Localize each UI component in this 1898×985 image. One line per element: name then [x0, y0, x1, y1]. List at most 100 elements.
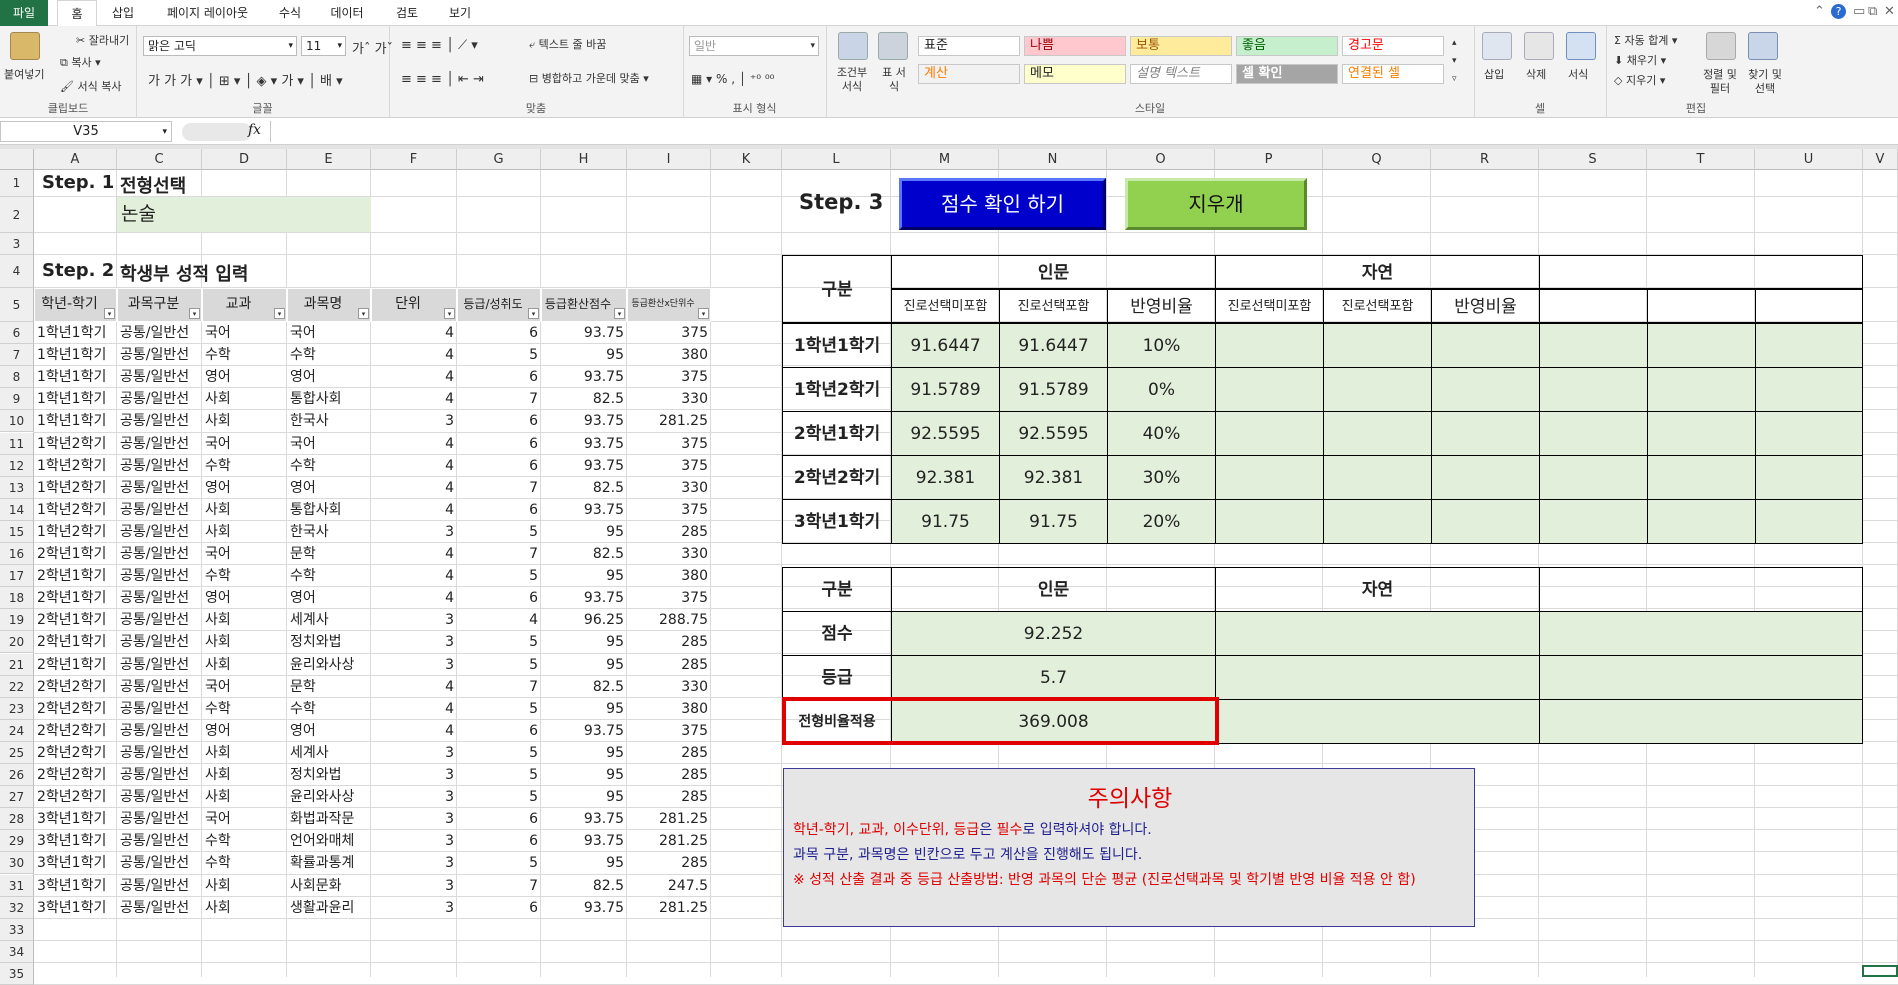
filter-dropdown-icon[interactable]: ▾ — [698, 308, 709, 319]
fx-icon[interactable]: fx — [248, 122, 261, 138]
grade-cell[interactable]: 4 — [371, 366, 457, 388]
grade-cell[interactable]: 95 — [541, 742, 627, 764]
grade-cell[interactable]: 375 — [627, 720, 711, 742]
grade-cell[interactable]: 공통/일반선 — [117, 587, 202, 609]
grade-cell[interactable]: 3 — [371, 521, 457, 543]
font-grow-icon[interactable]: 가ˆ 가ˇ — [352, 38, 393, 57]
grade-cell[interactable]: 281.25 — [627, 808, 711, 830]
grade-cell[interactable]: 언어와매체 — [287, 830, 371, 852]
row-header[interactable]: 9 — [0, 388, 34, 411]
column-header[interactable]: E — [287, 149, 371, 170]
grade-cell[interactable]: 4 — [371, 565, 457, 587]
formula-input[interactable] — [270, 121, 1898, 142]
grade-cell[interactable]: 국어 — [202, 543, 287, 565]
table-format-icon[interactable] — [878, 32, 908, 60]
grade-cell[interactable]: 영어 — [287, 587, 371, 609]
grade-cell[interactable]: 375 — [627, 322, 711, 344]
grade-cell[interactable]: 6 — [457, 830, 541, 852]
grade-cell[interactable]: 95 — [541, 852, 627, 874]
grade-cell[interactable]: 세계사 — [287, 742, 371, 764]
table-format-button[interactable]: 표 서식 — [878, 66, 910, 94]
grade-cell[interactable]: 공통/일반선 — [117, 676, 202, 698]
grade-cell[interactable]: 수학 — [202, 455, 287, 477]
grade-cell[interactable]: 공통/일반선 — [117, 764, 202, 786]
row-header[interactable]: 14 — [0, 498, 34, 521]
style-note[interactable]: 메모 — [1024, 64, 1126, 84]
grade-cell[interactable]: 380 — [627, 698, 711, 720]
row-header[interactable]: 33 — [0, 918, 34, 941]
minimize-icon[interactable]: ▭ — [1853, 4, 1865, 19]
grade-cell[interactable]: 281.25 — [627, 830, 711, 852]
grade-cell[interactable]: 공통/일반선 — [117, 477, 202, 499]
grade-cell[interactable]: 95 — [541, 654, 627, 676]
insert-cells-icon[interactable] — [1482, 32, 1512, 60]
grade-cell[interactable]: 수학 — [202, 830, 287, 852]
tab-review[interactable]: 검토 — [384, 0, 430, 26]
bold-italic-underline-icons[interactable]: 가 가 가 ▾ │ ⊞ ▾ │ ◈ ▾ 가 ▾ │ 배 ▾ — [148, 70, 343, 89]
grade-cell[interactable]: 2학년1학기 — [34, 587, 117, 609]
column-header[interactable]: K — [711, 149, 782, 170]
grade-cell[interactable]: 공통/일반선 — [117, 609, 202, 631]
grade-cell[interactable]: 공통/일반선 — [117, 631, 202, 653]
column-header[interactable]: I — [627, 149, 711, 170]
grade-cell[interactable]: 330 — [627, 477, 711, 499]
grade-cell[interactable]: 6 — [457, 366, 541, 388]
row-header[interactable]: 15 — [0, 520, 34, 543]
grade-cell[interactable]: 4 — [371, 433, 457, 455]
grade-cell[interactable]: 2학년2학기 — [34, 742, 117, 764]
find-select-button[interactable]: 찾기 및 선택 — [1744, 68, 1786, 96]
grade-cell[interactable]: 95 — [541, 565, 627, 587]
grade-cell[interactable]: 285 — [627, 521, 711, 543]
grade-cell[interactable]: 93.75 — [541, 366, 627, 388]
column-header[interactable]: F — [371, 149, 457, 170]
grade-cell[interactable]: 285 — [627, 764, 711, 786]
style-explanatory[interactable]: 설명 텍스트 — [1130, 64, 1232, 84]
row-header[interactable]: 5 — [0, 288, 34, 322]
row-header[interactable]: 32 — [0, 896, 34, 919]
row-header[interactable]: 8 — [0, 366, 34, 389]
grade-cell[interactable]: 공통/일반선 — [117, 433, 202, 455]
column-header[interactable]: A — [34, 149, 117, 170]
conditional-format-icon[interactable] — [838, 32, 868, 60]
name-box[interactable]: V35 ▾ — [0, 121, 172, 142]
eraser-button[interactable]: 지우개 — [1125, 178, 1307, 230]
format-painter-button[interactable]: 🖌 서식 복사 — [60, 78, 121, 94]
cut-button[interactable]: ✂ 잘라내기 — [76, 32, 129, 48]
grade-cell[interactable]: 3학년1학기 — [34, 852, 117, 874]
autosum-button[interactable]: Σ 자동 합계 ▾ — [1614, 32, 1677, 48]
vertical-align-icons[interactable]: ≡ ≡ ≡ │ ⟋ ▾ — [401, 38, 478, 53]
row-header[interactable]: 29 — [0, 830, 34, 853]
grade-cell[interactable]: 국어 — [202, 676, 287, 698]
grade-cell[interactable]: 2학년1학기 — [34, 609, 117, 631]
grade-cell[interactable]: 375 — [627, 499, 711, 521]
grade-cell[interactable]: 2학년2학기 — [34, 698, 117, 720]
grade-cell[interactable]: 2학년2학기 — [34, 764, 117, 786]
row-header[interactable]: 4 — [0, 255, 34, 288]
grade-cell[interactable]: 93.75 — [541, 322, 627, 344]
grade-cell[interactable]: 수학 — [287, 698, 371, 720]
row-header[interactable]: 17 — [0, 565, 34, 588]
grade-cell[interactable]: 사회 — [202, 786, 287, 808]
row-header[interactable]: 30 — [0, 852, 34, 875]
grade-cell[interactable]: 공통/일반선 — [117, 565, 202, 587]
grade-cell[interactable]: 공통/일반선 — [117, 366, 202, 388]
grade-cell[interactable]: 3 — [371, 808, 457, 830]
grade-cell[interactable]: 1학년2학기 — [34, 433, 117, 455]
grade-cell[interactable]: 6 — [457, 808, 541, 830]
grade-cell[interactable]: 2학년2학기 — [34, 720, 117, 742]
row-header[interactable]: 2 — [0, 197, 34, 233]
grade-cell[interactable]: 4 — [457, 609, 541, 631]
fill-button[interactable]: ⬇ 채우기 ▾ — [1614, 52, 1666, 68]
column-header[interactable]: P — [1215, 149, 1323, 170]
row-header[interactable]: 24 — [0, 719, 34, 742]
row-header[interactable]: 23 — [0, 697, 34, 720]
style-normal[interactable]: 표준 — [918, 36, 1020, 56]
grade-cell[interactable]: 사회 — [202, 631, 287, 653]
filter-dropdown-icon[interactable]: ▾ — [614, 308, 625, 319]
row-header[interactable]: 19 — [0, 609, 34, 632]
tab-formulas[interactable]: 수식 — [270, 0, 310, 26]
selected-cell[interactable] — [1862, 965, 1898, 977]
column-header[interactable]: O — [1107, 149, 1215, 170]
grade-cell[interactable]: 1학년1학기 — [34, 322, 117, 344]
grade-cell[interactable]: 공통/일반선 — [117, 742, 202, 764]
